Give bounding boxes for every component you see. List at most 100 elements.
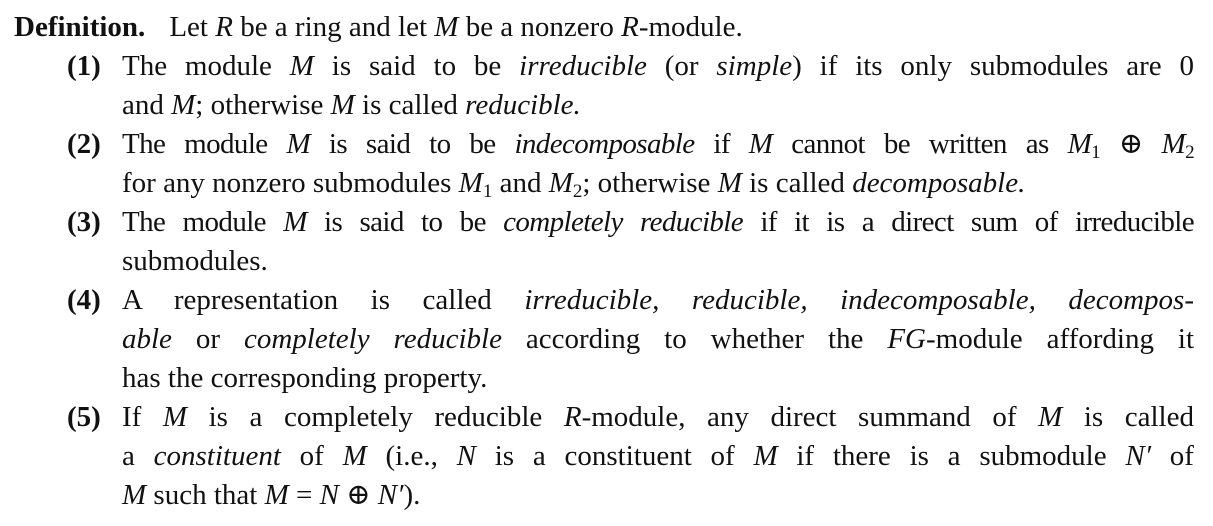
italic-text: M	[330, 89, 355, 121]
text-run: (i.e.,	[366, 440, 457, 472]
italic-text: M	[434, 11, 459, 43]
italic-text: M	[264, 479, 289, 511]
italic-text: M	[1067, 128, 1092, 160]
text-run: has the corresponding property.	[122, 362, 488, 394]
italic-text: N	[456, 440, 476, 472]
definition-block: Definition. Let R be a ring and let M be …	[14, 8, 1195, 515]
italic-text: M	[171, 89, 196, 121]
item-number: (1)	[67, 50, 101, 82]
text-run: and	[492, 167, 549, 199]
subscript: 2	[572, 181, 583, 202]
item-line: a constituent of M (i.e., N is a constit…	[122, 437, 1194, 476]
italic-text: R	[621, 11, 639, 43]
item-line: The module M is said to be completely re…	[122, 203, 1195, 242]
text-run: The module	[122, 206, 284, 238]
text-run: according to whether the	[501, 323, 888, 355]
text-run: =	[288, 479, 320, 511]
item-line: has the corresponding property.	[122, 359, 1194, 398]
italic-text: completely reducible	[503, 206, 744, 238]
italic-text: constituent	[153, 440, 281, 472]
text-run: is said to be	[306, 206, 504, 238]
text-run: is said to be	[313, 50, 520, 82]
text-run: cannot be written as	[772, 128, 1068, 160]
item-line: for any nonzero submodules M1 and M2; ot…	[122, 164, 1194, 203]
text-run: is a completely reducible	[187, 401, 564, 433]
text-run: A representation is called	[122, 284, 525, 316]
italic-text: R	[563, 401, 582, 433]
text-run: if	[694, 128, 749, 160]
text-run: is said to be	[310, 128, 515, 160]
text-run: of	[280, 440, 343, 472]
text-run: be a nonzero	[458, 11, 622, 43]
text-run: ⊕	[338, 479, 378, 511]
italic-text: FG	[887, 323, 926, 355]
text-run: submodules.	[122, 245, 268, 277]
italic-text: M	[1161, 128, 1186, 160]
text-run: such that	[146, 479, 265, 511]
italic-text: M	[748, 128, 773, 160]
definition-label: Definition.	[14, 11, 146, 43]
text-run: if there is a submodule	[777, 440, 1126, 472]
italic-text: M	[548, 167, 573, 199]
text-run: The module	[122, 50, 290, 82]
text-run: -module, any direct summand of	[581, 401, 1039, 433]
text-run: The module	[122, 128, 287, 160]
italic-text: N′	[1125, 440, 1152, 472]
subscript: 1	[482, 181, 493, 202]
text-run: (or	[646, 50, 717, 82]
text-run: a	[122, 440, 154, 472]
item-line: and M; otherwise M is called reducible.	[122, 86, 1194, 125]
text-run: and	[122, 89, 172, 121]
text-run: if it is a direct sum of irreducible	[743, 206, 1194, 238]
item-line: M such that M = N ⊕ N′).	[122, 476, 1194, 515]
item-number: (3)	[67, 206, 101, 238]
text-run: is called	[1062, 401, 1194, 433]
text-run: or	[171, 323, 244, 355]
subscript: 1	[1091, 142, 1101, 163]
italic-text: irreducible, reducible, indecomposable, …	[524, 284, 1194, 316]
italic-text: able	[122, 323, 172, 355]
item-number: (5)	[67, 401, 101, 433]
text-run: ⊕	[1100, 128, 1162, 160]
text-run: is a constituent of	[475, 440, 754, 472]
italic-text: M	[717, 167, 742, 199]
italic-text: reducible.	[465, 89, 581, 121]
italic-text: indecomposable	[514, 128, 695, 160]
italic-text: M	[286, 128, 311, 160]
text-run: ).	[403, 479, 421, 511]
italic-text: decomposable.	[852, 167, 1026, 199]
text-run: for any nonzero submodules	[122, 167, 459, 199]
italic-text: M	[458, 167, 483, 199]
italic-text: M	[283, 206, 307, 238]
italic-text: R	[215, 11, 233, 43]
item-line: The module M is said to be irreducible (…	[122, 47, 1194, 86]
italic-text: M	[289, 50, 314, 82]
text-run: ; otherwise	[195, 89, 331, 121]
italic-text: N′	[377, 479, 404, 511]
text-run: is called	[741, 167, 853, 199]
definition-item-4: (4) A representation is called irreducib…	[14, 281, 1194, 398]
definition-item-1: (1) The module M is said to be irreducib…	[14, 47, 1194, 125]
italic-text: completely reducible	[243, 323, 502, 355]
item-number: (4)	[67, 284, 101, 316]
item-number: (2)	[67, 128, 101, 160]
italic-text: irreducible	[519, 50, 647, 82]
item-line: If M is a completely reducible R-module,…	[122, 398, 1194, 437]
definition-intro: Let R be a ring and let M be a nonzero R…	[169, 11, 742, 43]
definition-heading: Definition. Let R be a ring and let M be …	[14, 8, 1194, 47]
text-run: be a ring and let	[232, 11, 435, 43]
text-run: -module.	[638, 11, 743, 43]
italic-text: M	[1038, 401, 1063, 433]
item-line: able or completely reducible according t…	[122, 320, 1194, 359]
item-line: A representation is called irreducible, …	[122, 281, 1194, 320]
definition-item-5: (5) If M is a completely reducible R-mod…	[14, 398, 1194, 515]
definition-item-3: (3) The module M is said to be completel…	[14, 203, 1195, 281]
italic-text: N	[319, 479, 339, 511]
text-run: is called	[354, 89, 466, 121]
italic-text: M	[162, 401, 188, 433]
text-run: ) if its only submodules are 0	[792, 50, 1194, 82]
italic-text: M	[753, 440, 778, 472]
text-run: Let	[169, 11, 216, 43]
item-line: submodules.	[122, 242, 1194, 281]
text-run: -module affording it	[926, 323, 1194, 355]
